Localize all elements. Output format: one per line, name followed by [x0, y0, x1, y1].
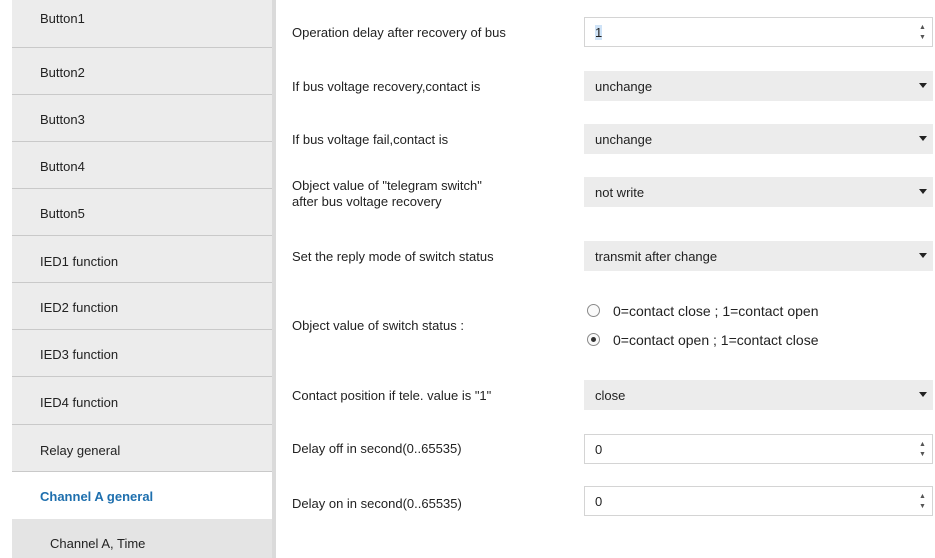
operation-delay-value: 1 — [595, 25, 603, 40]
switch-status-option-2-label: 0=contact open ; 1=contact close — [613, 332, 819, 348]
delay-on-spinbox[interactable]: 0 ▲ ▼ — [584, 486, 933, 516]
bus-fail-value: unchange — [595, 132, 653, 147]
spin-down-icon[interactable]: ▼ — [918, 503, 927, 510]
telegram-switch-value: not write — [595, 185, 645, 200]
sidebar-item-channel-a-time[interactable]: Channel A, Time — [12, 519, 272, 558]
delay-off-spinbox[interactable]: 0 ▲ ▼ — [584, 434, 933, 464]
sidebar-item-label: IED2 function — [40, 300, 119, 315]
parameter-window: Button1 Button2 Button3 Button4 Button5 … — [0, 0, 935, 558]
spin-up-icon[interactable]: ▲ — [918, 493, 927, 500]
contact-position-dropdown[interactable]: close — [584, 380, 933, 410]
delay-off-value: 0 — [595, 442, 603, 457]
sidebar-item-ied4-function[interactable]: IED4 function — [12, 377, 272, 425]
sidebar-item-label: IED4 function — [40, 395, 119, 410]
reply-mode-value: transmit after change — [595, 249, 718, 264]
sidebar-item-button1[interactable]: Button1 — [12, 0, 272, 48]
contact-position-label: Contact position if tele. value is "1" — [292, 388, 492, 403]
sidebar-item-ied1-function[interactable]: IED1 function — [12, 236, 272, 283]
sidebar-item-button5[interactable]: Button5 — [12, 189, 272, 236]
bus-recovery-value: unchange — [595, 79, 653, 94]
reply-mode-dropdown[interactable]: transmit after change — [584, 241, 933, 271]
sidebar-item-label: Button4 — [40, 159, 85, 174]
delay-off-label: Delay off in second(0..65535) — [292, 441, 462, 456]
spin-up-icon[interactable]: ▲ — [918, 441, 927, 448]
radio-button-selected-icon[interactable] — [587, 333, 600, 346]
chevron-down-icon — [919, 189, 927, 194]
chevron-down-icon — [919, 83, 927, 88]
chevron-down-icon — [919, 392, 927, 397]
telegram-switch-label-line2: after bus voltage recovery — [292, 194, 442, 209]
sidebar-item-ied3-function[interactable]: IED3 function — [12, 330, 272, 377]
sidebar-item-label: Relay general — [40, 443, 121, 458]
sidebar-item-label: Channel A general — [40, 489, 154, 504]
sidebar-item-label: Button2 — [40, 65, 85, 80]
sidebar-item-button4[interactable]: Button4 — [12, 142, 272, 189]
reply-mode-label: Set the reply mode of switch status — [292, 249, 494, 264]
delay-on-label: Delay on in second(0..65535) — [292, 496, 462, 511]
operation-delay-label: Operation delay after recovery of bus — [292, 25, 506, 40]
chevron-down-icon — [919, 253, 927, 258]
spin-up-icon[interactable]: ▲ — [918, 24, 927, 31]
telegram-switch-label: Object value of "telegram switch" after … — [292, 178, 482, 210]
switch-status-option-1-label: 0=contact close ; 1=contact open — [613, 303, 819, 319]
sidebar-item-button3[interactable]: Button3 — [12, 95, 272, 142]
telegram-switch-label-line1: Object value of "telegram switch" — [292, 178, 482, 193]
bus-fail-label: If bus voltage fail,contact is — [292, 132, 449, 147]
bus-recovery-label: If bus voltage recovery,contact is — [292, 79, 481, 94]
telegram-switch-dropdown[interactable]: not write — [584, 177, 933, 207]
bus-fail-dropdown[interactable]: unchange — [584, 124, 933, 154]
sidebar-item-ied2-function[interactable]: IED2 function — [12, 283, 272, 330]
contact-position-value: close — [595, 388, 626, 403]
operation-delay-spinbox[interactable]: 1 ▲ ▼ — [584, 17, 933, 47]
switch-status-label: Object value of switch status : — [292, 318, 464, 333]
bus-recovery-dropdown[interactable]: unchange — [584, 71, 933, 101]
sidebar-item-label: IED3 function — [40, 347, 119, 362]
chevron-down-icon — [919, 136, 927, 141]
spin-down-icon[interactable]: ▼ — [918, 34, 927, 41]
sidebar-item-label: IED1 function — [40, 254, 119, 269]
radio-button-icon[interactable] — [587, 304, 600, 317]
sidebar-item-button2[interactable]: Button2 — [12, 48, 272, 95]
sidebar-item-label: Button5 — [40, 206, 85, 221]
spin-down-icon[interactable]: ▼ — [918, 451, 927, 458]
delay-on-value: 0 — [595, 494, 603, 509]
sidebar-item-label: Button1 — [40, 11, 85, 26]
sidebar-item-label: Channel A, Time — [50, 536, 146, 551]
sidebar-item-relay-general[interactable]: Relay general — [12, 425, 272, 472]
sidebar-item-label: Button3 — [40, 112, 85, 127]
sidebar-divider — [272, 0, 276, 558]
sidebar-item-channel-a-general[interactable]: Channel A general — [12, 472, 272, 519]
